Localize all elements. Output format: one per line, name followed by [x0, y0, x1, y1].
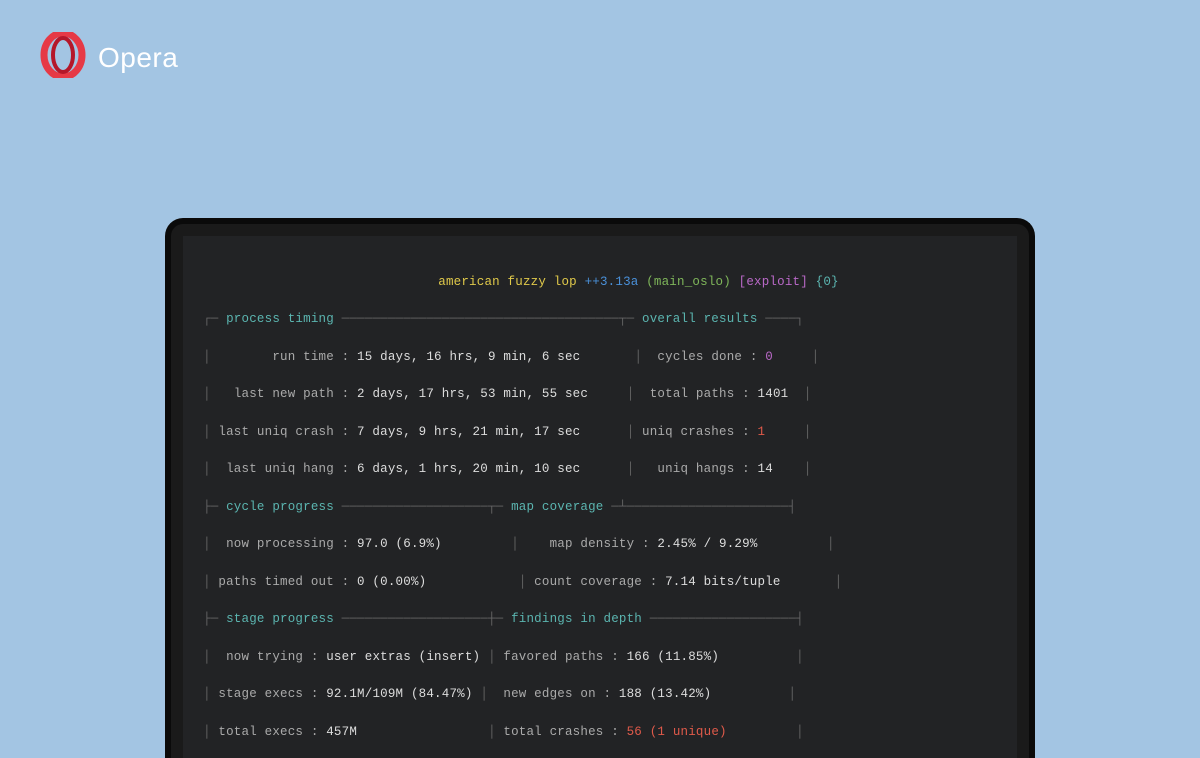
last-uniq-hang: │ last uniq hang : 6 days, 1 hrs, 20 min… [203, 460, 997, 479]
last-uniq-crash: │ last uniq crash : 7 days, 9 hrs, 21 mi… [203, 423, 997, 442]
opera-icon [40, 32, 86, 83]
now-processing: │ now processing : 97.0 (6.9%) │ map den… [203, 535, 997, 554]
afl-status-screen: american fuzzy lop ++3.13a (main_oslo) [… [203, 254, 997, 758]
terminal-screen: american fuzzy lop ++3.13a (main_oslo) [… [183, 236, 1017, 758]
brand-name: Opera [98, 42, 178, 74]
run-time: │ run time : 15 days, 16 hrs, 9 min, 6 s… [203, 348, 997, 367]
brand-logo: Opera [40, 32, 178, 83]
laptop-frame: american fuzzy lop ++3.13a (main_oslo) [… [165, 218, 1035, 758]
border-top: ┌─ process timing ──────────────────────… [203, 310, 997, 329]
now-trying: │ now trying : user extras (insert) │ fa… [203, 648, 997, 667]
paths-timed-out: │ paths timed out : 0 (0.00%) │ count co… [203, 573, 997, 592]
stage-execs: │ stage execs : 92.1M/109M (84.47%) │ ne… [203, 685, 997, 704]
border-mid1: ├─ cycle progress ───────────────────┬─ … [203, 498, 997, 517]
total-execs: │ total execs : 457M │ total crashes : 5… [203, 723, 997, 742]
afl-title: american fuzzy lop ++3.13a (main_oslo) [… [203, 273, 997, 292]
border-mid2: ├─ stage progress ───────────────────┼─ … [203, 610, 997, 629]
last-new-path: │ last new path : 2 days, 17 hrs, 53 min… [203, 385, 997, 404]
